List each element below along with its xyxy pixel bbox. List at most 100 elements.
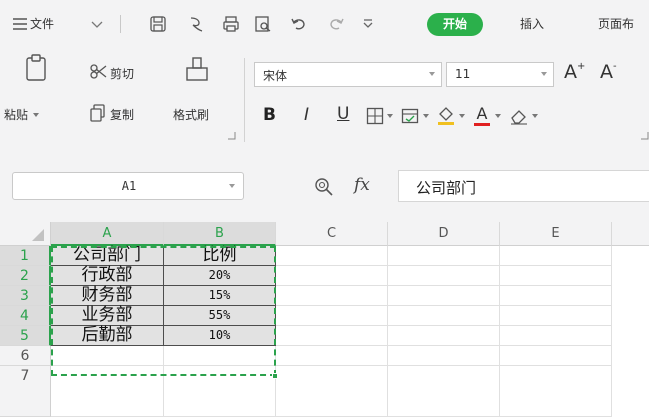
hamburger-menu-icon[interactable] <box>12 17 28 31</box>
cell-d3[interactable] <box>388 286 500 306</box>
fill-handle[interactable] <box>272 373 278 379</box>
italic-button[interactable]: I <box>304 105 309 125</box>
cut-label[interactable]: 剪切 <box>110 65 134 82</box>
export-pdf-icon[interactable] <box>187 15 205 33</box>
border-icon[interactable] <box>366 107 384 125</box>
cell-a3[interactable]: 财务部 <box>51 286 164 306</box>
cell-c4[interactable] <box>276 306 388 326</box>
name-box-value: A1 <box>121 179 137 193</box>
cell-d4[interactable] <box>388 306 500 326</box>
cell-d6[interactable] <box>388 346 500 366</box>
format-painter-icon[interactable] <box>184 56 210 82</box>
decrease-font-size-button[interactable]: A- <box>600 61 617 83</box>
row-header-1[interactable]: 1 <box>0 246 51 266</box>
redo-icon[interactable] <box>328 16 345 32</box>
print-icon[interactable] <box>222 15 240 33</box>
column-header-d[interactable]: D <box>388 222 500 246</box>
column-header-b[interactable]: B <box>164 222 276 246</box>
cell-b6[interactable] <box>164 346 276 366</box>
row-header-3[interactable]: 3 <box>0 286 51 306</box>
paste-icon[interactable] <box>24 54 50 82</box>
menu-bar: 文件 开始 插入 页面布 <box>0 0 649 48</box>
cell-d2[interactable] <box>388 266 500 286</box>
cell-a2[interactable]: 行政部 <box>51 266 164 286</box>
copy-label[interactable]: 复制 <box>110 106 134 123</box>
cell-a4[interactable]: 业务部 <box>51 306 164 326</box>
cell-b1[interactable]: 比例 <box>164 246 276 266</box>
column-header-a[interactable]: A <box>51 222 164 246</box>
formula-input[interactable]: 公司部门 <box>398 170 649 202</box>
font-color-button[interactable]: A <box>473 104 491 128</box>
group-expand-icon[interactable] <box>641 132 649 140</box>
paste-dropdown-caret[interactable] <box>33 113 39 117</box>
cell-style-dropdown-caret[interactable] <box>423 114 429 118</box>
cell-e5[interactable] <box>500 326 612 346</box>
cell-a1[interactable]: 公司部门 <box>51 246 164 266</box>
print-preview-icon[interactable] <box>254 15 272 33</box>
column-header-e[interactable]: E <box>500 222 612 246</box>
customize-toolbar-icon[interactable] <box>362 18 374 30</box>
format-painter-label[interactable]: 格式刷 <box>173 106 209 123</box>
bold-button[interactable]: B <box>263 105 276 125</box>
font-size-select[interactable]: 11 <box>446 62 554 87</box>
cell-c6[interactable] <box>276 346 388 366</box>
save-icon[interactable] <box>149 15 167 33</box>
cell-c5[interactable] <box>276 326 388 346</box>
row-header-6[interactable]: 6 <box>0 346 51 366</box>
row-header-2[interactable]: 2 <box>0 266 51 286</box>
row-header-7[interactable]: 7 <box>0 366 51 417</box>
cell-d1[interactable] <box>388 246 500 266</box>
tab-insert[interactable]: 插入 <box>520 13 544 35</box>
tab-start[interactable]: 开始 <box>427 13 483 36</box>
clear-dropdown-caret[interactable] <box>532 114 538 118</box>
cell-a6[interactable] <box>51 346 164 366</box>
column-header-c[interactable]: C <box>276 222 388 246</box>
border-dropdown-caret[interactable] <box>387 114 393 118</box>
decrease-font-size-label: A <box>600 61 613 83</box>
copy-icon[interactable] <box>90 104 106 122</box>
cell-c2[interactable] <box>276 266 388 286</box>
file-menu[interactable]: 文件 <box>30 13 54 35</box>
chevron-down-icon[interactable] <box>91 21 103 29</box>
font-color-dropdown-caret[interactable] <box>495 114 501 118</box>
cell-e2[interactable] <box>500 266 612 286</box>
zoom-search-icon[interactable] <box>314 177 334 197</box>
fill-color-icon[interactable] <box>437 105 455 127</box>
cell-e6[interactable] <box>500 346 612 366</box>
select-all-triangle-icon <box>32 229 44 241</box>
cell-e7[interactable] <box>500 366 612 417</box>
column-header-f[interactable] <box>612 222 649 246</box>
scissors-icon[interactable] <box>90 64 108 80</box>
row-header-4[interactable]: 4 <box>0 306 51 326</box>
cell-b7[interactable] <box>164 366 276 417</box>
increase-font-size-label: A <box>564 61 577 83</box>
paste-label[interactable]: 粘贴 <box>4 106 28 123</box>
cell-c3[interactable] <box>276 286 388 306</box>
cell-d5[interactable] <box>388 326 500 346</box>
undo-icon[interactable] <box>290 16 307 32</box>
font-name-select[interactable]: 宋体 <box>254 62 442 87</box>
cell-e1[interactable] <box>500 246 612 266</box>
row-header-5[interactable]: 5 <box>0 326 51 346</box>
underline-button[interactable]: U <box>337 104 349 124</box>
insert-function-button[interactable]: fx <box>354 175 370 195</box>
cell-b2[interactable]: 20% <box>164 266 276 286</box>
cell-e4[interactable] <box>500 306 612 326</box>
cell-a7[interactable] <box>51 366 164 417</box>
group-expand-icon[interactable] <box>228 132 236 140</box>
cell-a5[interactable]: 后勤部 <box>51 326 164 346</box>
tab-page-layout[interactable]: 页面布 <box>598 13 634 35</box>
eraser-icon[interactable] <box>509 107 529 125</box>
cell-b3[interactable]: 15% <box>164 286 276 306</box>
cell-style-icon[interactable] <box>401 107 419 125</box>
cell-b4[interactable]: 55% <box>164 306 276 326</box>
name-box[interactable]: A1 <box>12 172 244 200</box>
cell-c7[interactable] <box>276 366 388 417</box>
select-all-corner[interactable] <box>0 222 51 246</box>
cell-b5[interactable]: 10% <box>164 326 276 346</box>
increase-font-size-button[interactable]: A+ <box>564 61 585 83</box>
cell-c1[interactable] <box>276 246 388 266</box>
cell-d7[interactable] <box>388 366 500 417</box>
cell-e3[interactable] <box>500 286 612 306</box>
fill-color-dropdown-caret[interactable] <box>459 114 465 118</box>
